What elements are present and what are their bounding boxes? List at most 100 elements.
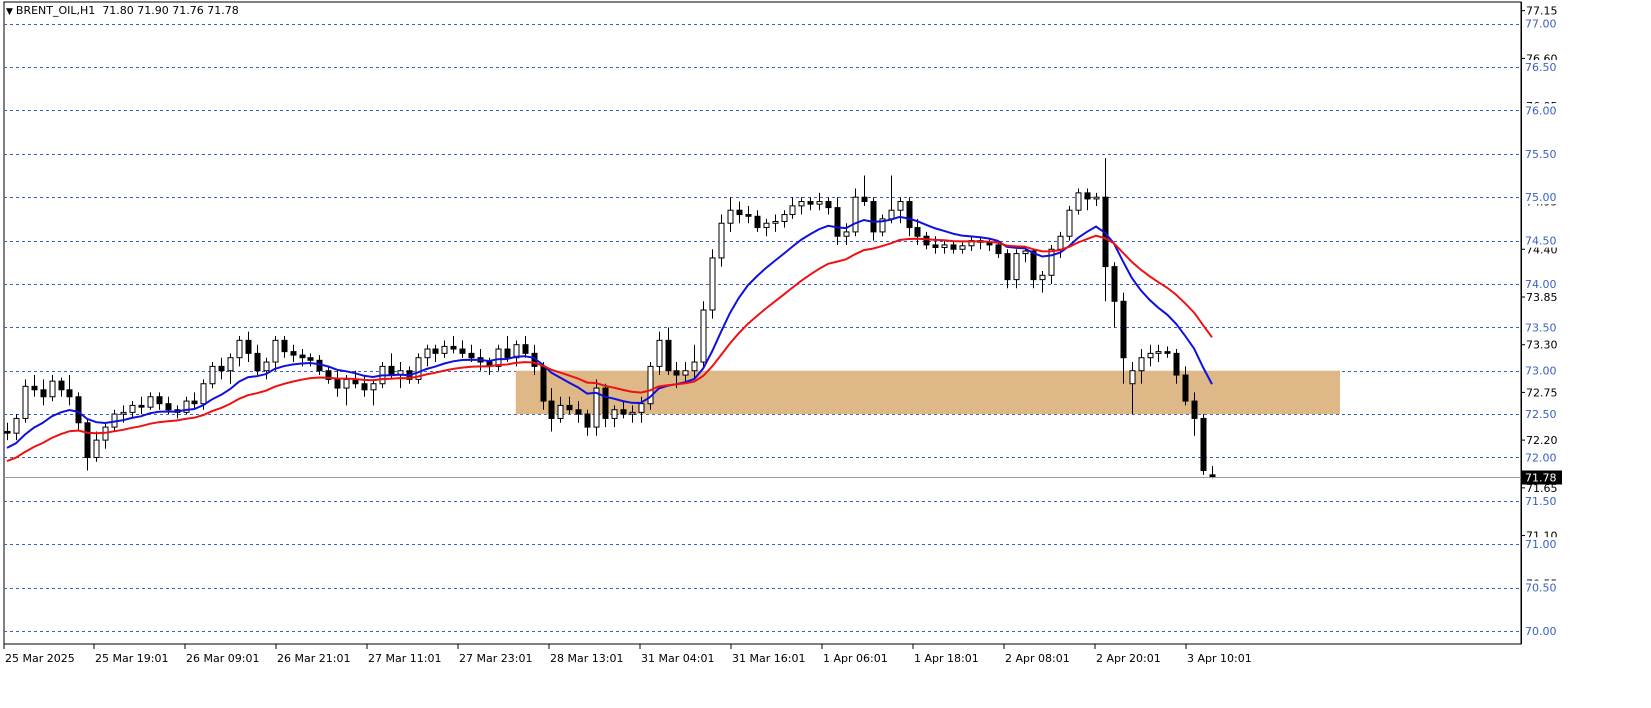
candle	[236, 336, 243, 367]
candle-body	[1075, 192, 1082, 211]
time-tick-label: 2 Apr 20:01	[1096, 652, 1161, 665]
level-tag-label: 70.00	[1525, 625, 1557, 638]
candle-body	[709, 257, 716, 311]
candle	[281, 336, 288, 358]
candle	[950, 240, 957, 254]
candle-body	[611, 409, 618, 419]
candle	[424, 344, 431, 367]
candle	[227, 353, 234, 384]
candle	[656, 331, 663, 376]
candle-body	[763, 222, 770, 229]
candle	[254, 344, 261, 376]
candle-body	[13, 417, 20, 434]
candle-body	[798, 201, 805, 207]
level-tag-label: 71.00	[1525, 538, 1557, 551]
candle	[825, 197, 832, 215]
candle-body	[31, 385, 38, 391]
candle-body	[914, 227, 921, 237]
candle-body	[665, 339, 672, 372]
candle	[923, 231, 930, 250]
candle	[129, 401, 136, 419]
price-tick-label: 72.75	[1526, 386, 1558, 399]
candle-body	[263, 361, 270, 372]
candle-body	[1191, 400, 1198, 419]
candle	[495, 344, 502, 371]
candle-body	[888, 209, 895, 220]
time-tick-label: 3 Apr 10:01	[1187, 652, 1252, 665]
time-axis: 25 Mar 2025 25 Mar 19:01 26 Mar 09:01 26 Ma…	[3, 644, 1252, 665]
candle	[307, 353, 314, 367]
candle-body	[66, 389, 73, 398]
candle-body	[932, 244, 939, 249]
plot-frame	[3, 1, 1522, 645]
level-tag-label: 72.50	[1525, 408, 1557, 421]
candle-body	[1084, 192, 1091, 200]
candle-body	[75, 396, 82, 424]
moving-averages	[4, 215, 1521, 478]
candle-body	[1155, 351, 1162, 354]
candle-body	[245, 339, 252, 354]
candle-body	[1138, 357, 1145, 372]
candle	[870, 197, 877, 241]
candle-body	[1022, 250, 1029, 255]
level-tag-label: 71.50	[1525, 495, 1557, 508]
candle-body	[1093, 196, 1100, 200]
candle-body	[1164, 351, 1171, 354]
candle	[834, 197, 841, 245]
candle-body	[290, 351, 297, 356]
candle	[602, 383, 609, 428]
candle	[22, 379, 29, 423]
candle-body	[995, 244, 1002, 255]
candle	[147, 392, 154, 410]
candle-body	[432, 348, 439, 354]
candle	[789, 197, 796, 219]
candle-body	[1013, 253, 1020, 281]
candle	[665, 327, 672, 376]
candle	[897, 197, 904, 224]
candle-body	[361, 383, 368, 391]
candle-body	[1039, 274, 1046, 281]
candle-body	[165, 403, 172, 411]
candle	[58, 377, 65, 397]
candle-body	[93, 439, 100, 458]
candle	[798, 197, 805, 215]
candle	[93, 431, 100, 462]
candle-body	[754, 215, 761, 229]
candle-body	[1200, 417, 1207, 471]
level-tag-label: 74.00	[1525, 278, 1557, 291]
candle-body	[388, 365, 395, 376]
candle-body	[4, 430, 11, 434]
candle	[781, 210, 788, 228]
candle-body	[1182, 374, 1189, 402]
candle	[772, 214, 779, 232]
candle-body	[772, 220, 779, 224]
candle	[879, 214, 886, 237]
candle	[1147, 344, 1154, 367]
candle	[290, 344, 297, 363]
candle	[49, 375, 56, 402]
price-chart[interactable]: 77.1576.6076.0575.5074.9574.4073.8573.30…	[0, 0, 1651, 708]
candle	[1164, 346, 1171, 358]
candle	[1013, 249, 1020, 289]
candle	[959, 242, 966, 254]
candle	[4, 422, 11, 441]
candle-body	[950, 244, 957, 250]
candle	[459, 340, 466, 358]
candle	[1102, 158, 1109, 302]
candle-body	[1048, 248, 1055, 276]
candle	[1084, 188, 1091, 211]
candle-body	[540, 365, 547, 402]
price-tick-label: 73.85	[1526, 291, 1558, 304]
candle-body	[861, 196, 868, 203]
candle-body	[22, 385, 29, 419]
level-tag-label: 76.00	[1525, 104, 1557, 117]
candle	[584, 409, 591, 436]
candle	[102, 422, 109, 449]
time-tick-label: 31 Mar 04:01	[641, 652, 714, 665]
level-tag-label: 77.00	[1525, 18, 1557, 31]
candle	[647, 362, 654, 410]
time-tick-label: 26 Mar 21:01	[277, 652, 350, 665]
candle-body	[923, 235, 930, 246]
candle	[370, 379, 377, 406]
candle-body	[227, 357, 234, 372]
